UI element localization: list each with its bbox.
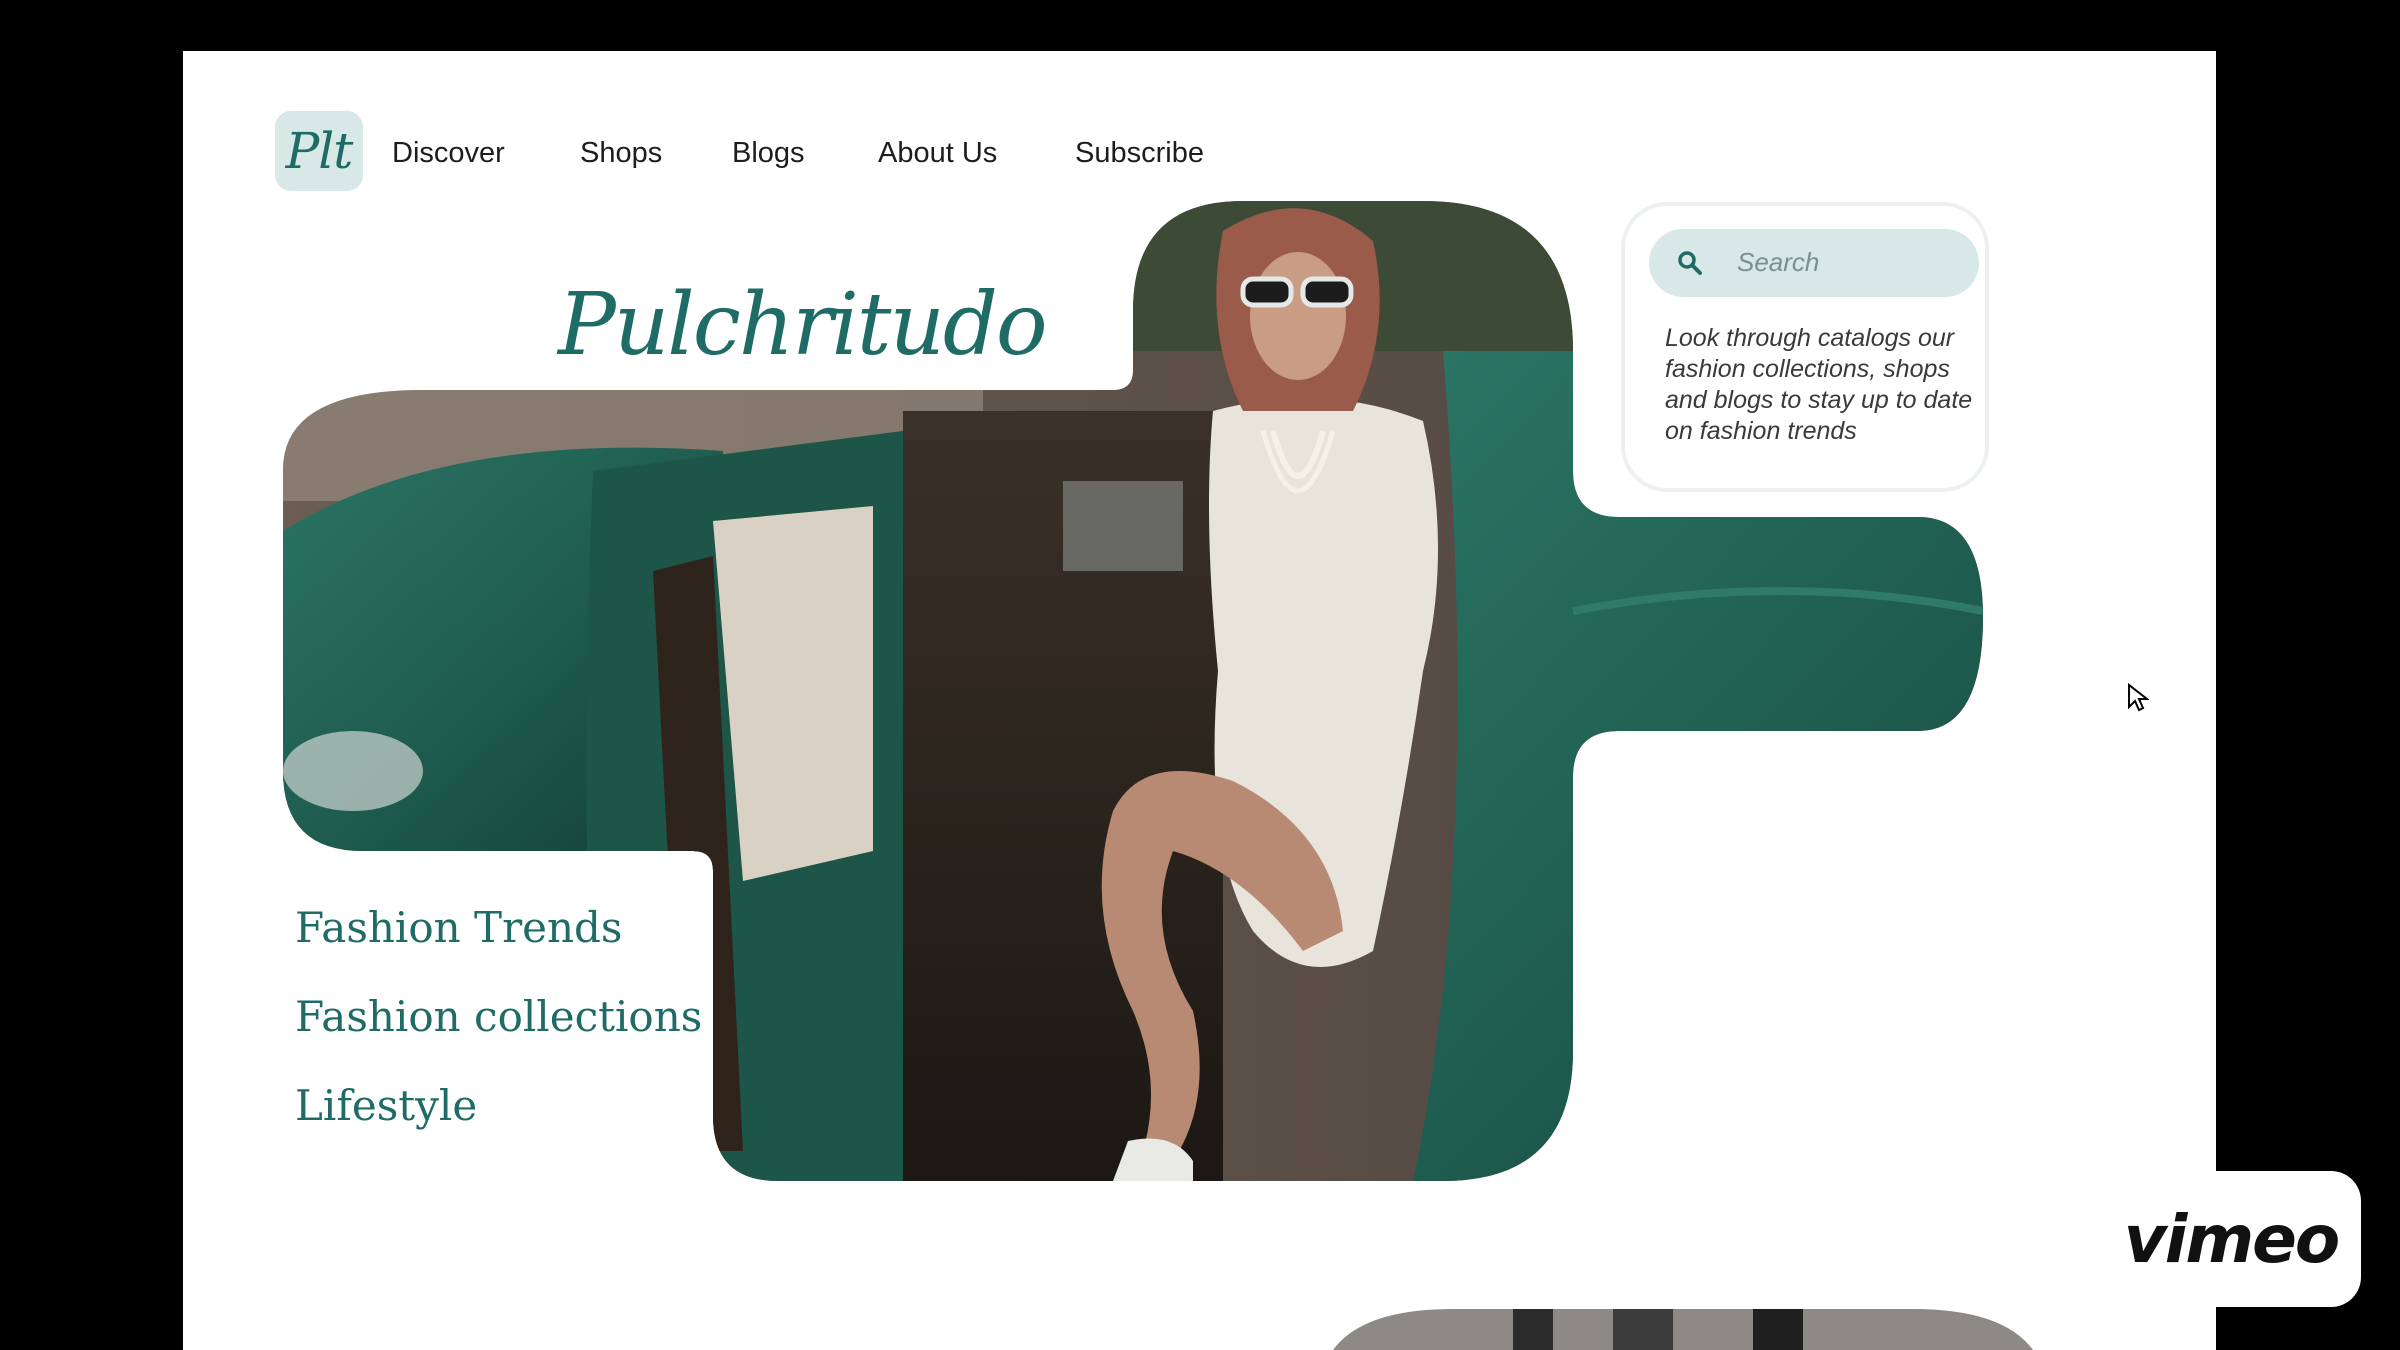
- search-description: Look through catalogs our fashion collec…: [1665, 324, 1973, 445]
- search-input[interactable]: Search: [1649, 229, 1979, 297]
- logo[interactable]: Plt: [275, 111, 363, 191]
- category-fashion-collections[interactable]: Fashion collections: [295, 992, 702, 1041]
- nav-subscribe[interactable]: Subscribe: [1075, 137, 1204, 170]
- brand-title: Pulchritudo: [558, 275, 1048, 375]
- search-icon: [1678, 251, 1702, 275]
- category-fashion-trends[interactable]: Fashion Trends: [295, 903, 623, 952]
- nav-about-us[interactable]: About Us: [878, 137, 997, 170]
- vimeo-badge[interactable]: vimeo: [2101, 1171, 2361, 1307]
- next-section-image: [1333, 1309, 2033, 1350]
- search-placeholder: Search: [1737, 247, 1820, 277]
- nav-blogs[interactable]: Blogs: [732, 137, 805, 170]
- page: Plt Discover Shops Blogs About Us Subscr…: [183, 51, 2216, 1350]
- category-lifestyle[interactable]: Lifestyle: [295, 1081, 477, 1130]
- nav-shops[interactable]: Shops: [580, 137, 662, 170]
- cursor-pointer-icon: [2128, 683, 2149, 712]
- nav-discover[interactable]: Discover: [392, 137, 505, 170]
